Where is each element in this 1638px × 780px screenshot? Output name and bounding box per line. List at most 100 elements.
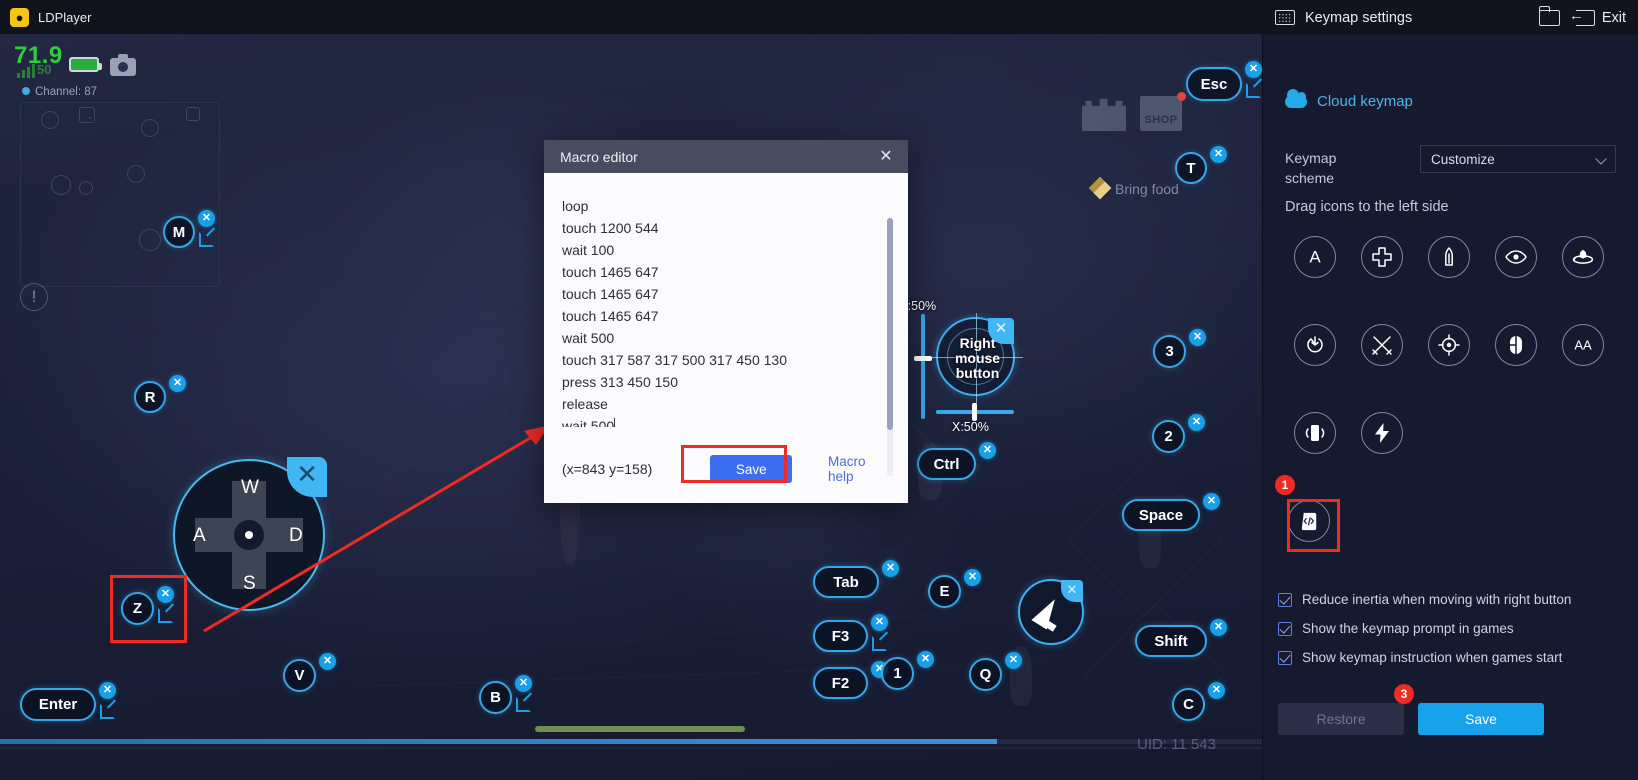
mouse-orbit-icon[interactable] [1561, 236, 1604, 278]
key-close-icon[interactable]: ✕ [1188, 414, 1205, 431]
shop-icon[interactable]: SHOP [1140, 96, 1182, 131]
key-close-icon[interactable]: ✕ [1208, 682, 1225, 699]
keymap-option-row[interactable]: Show the keymap prompt in games [1278, 621, 1571, 636]
camera-icon[interactable] [110, 54, 136, 76]
keymap-key-f3[interactable]: F3 [813, 620, 868, 652]
key-close-icon[interactable]: ✕ [882, 560, 899, 577]
x-sensitivity-slider[interactable] [936, 403, 1014, 421]
keymap-key-3[interactable]: 3 [1153, 335, 1186, 368]
crosshair-icon-wrapper[interactable] [1415, 324, 1482, 412]
keymap-key-esc[interactable]: Esc [1186, 67, 1242, 101]
crossed-swords-icon-wrapper[interactable] [1348, 324, 1415, 412]
key-close-icon[interactable]: ✕ [1203, 493, 1220, 510]
rotate-view-icon-wrapper[interactable] [1281, 324, 1348, 412]
bullet-icon[interactable] [1427, 236, 1470, 278]
exit-button[interactable]: Exit [1602, 10, 1626, 26]
keymap-key-v[interactable]: V [283, 659, 316, 692]
key-close-icon[interactable]: ✕ [964, 569, 981, 586]
keymap-key-shift[interactable]: Shift [1135, 625, 1207, 657]
key-close-icon[interactable]: ✕ [979, 442, 996, 459]
cloud-keymap-button[interactable]: Cloud keymap [1285, 89, 1413, 110]
key-edit-icon[interactable] [1246, 83, 1261, 98]
keymap-key-space[interactable]: Space [1122, 499, 1200, 531]
joystick-center[interactable] [234, 520, 264, 550]
eye-icon[interactable] [1494, 236, 1537, 278]
keymap-key-r[interactable]: R [134, 381, 166, 413]
eye-icon-wrapper[interactable] [1482, 236, 1549, 324]
panel-save-button[interactable]: Save [1418, 703, 1544, 735]
macro-help-link[interactable]: Macro help [828, 454, 890, 484]
restore-button[interactable]: Restore [1278, 703, 1404, 735]
keymap-option-row[interactable]: Reduce inertia when moving with right bu… [1278, 592, 1571, 607]
keymap-key-f2[interactable]: F2 [813, 667, 868, 699]
right-mouse-button-widget[interactable]: Right mouse button ✕ [932, 313, 1023, 404]
keymap-key-c[interactable]: C [1172, 688, 1205, 721]
shop-notification-dot [1177, 92, 1186, 101]
crosshair-icon[interactable] [1427, 324, 1470, 366]
bullet-icon-wrapper[interactable] [1415, 236, 1482, 324]
folder-icon[interactable] [1538, 5, 1560, 26]
checkbox[interactable] [1278, 650, 1292, 665]
knife-close-icon[interactable]: ✕ [1061, 580, 1083, 602]
macro-script-scrollbar[interactable] [887, 218, 893, 476]
lightning-icon-wrapper[interactable] [1348, 412, 1415, 500]
minimap[interactable] [20, 102, 220, 287]
checkbox[interactable] [1278, 621, 1292, 636]
attack-knife-widget[interactable]: ✕ [1018, 579, 1084, 645]
keymap-key-t[interactable]: T [1175, 152, 1207, 184]
exclamation-icon[interactable]: ! [20, 283, 48, 311]
dialog-title-bar[interactable]: Macro editor ✕ [544, 140, 908, 173]
mouse-button-icon-wrapper[interactable] [1482, 324, 1549, 412]
exit-icon[interactable] [1569, 7, 1595, 26]
keymap-key-m[interactable]: M [163, 216, 195, 248]
rotate-view-icon[interactable] [1293, 324, 1336, 366]
y-sensitivity-slider[interactable] [914, 314, 932, 419]
key-edit-icon[interactable] [872, 636, 887, 651]
mouse-orbit-icon-wrapper[interactable] [1549, 236, 1616, 324]
keymap-key-2[interactable]: 2 [1152, 420, 1185, 453]
wasd-joystick[interactable]: W A D S ✕ [173, 457, 327, 611]
keymap-key-enter[interactable]: Enter [20, 688, 96, 721]
key-close-icon[interactable]: ✕ [917, 651, 934, 668]
key-close-icon[interactable]: ✕ [319, 653, 336, 670]
letter-a-icon[interactable]: A [1293, 236, 1336, 278]
cloud-keymap-label: Cloud keymap [1317, 93, 1413, 110]
key-close-icon[interactable]: ✕ [1210, 146, 1227, 163]
crossed-swords-icon[interactable] [1360, 324, 1403, 366]
keymap-key-ctrl[interactable]: Ctrl [917, 448, 976, 480]
keymap-scheme-select[interactable]: Customize [1420, 145, 1616, 173]
channel-label: Channel: 87 [22, 86, 97, 98]
macro-script-textarea[interactable]: loop touch 1200 544 wait 100 touch 1465 … [562, 195, 890, 427]
keymap-key-e[interactable]: E [928, 575, 961, 608]
key-close-icon[interactable]: ✕ [1245, 61, 1262, 78]
first-aid-cross-icon-wrapper[interactable] [1348, 236, 1415, 324]
mouse-button-icon[interactable] [1494, 324, 1537, 366]
text-size-icon-wrapper[interactable]: AA [1549, 324, 1616, 412]
close-icon[interactable]: ✕ [874, 145, 898, 169]
key-close-icon[interactable]: ✕ [198, 210, 215, 227]
text-size-icon[interactable]: AA [1561, 324, 1604, 366]
keymap-key-b[interactable]: B [479, 681, 512, 714]
key-close-icon[interactable]: ✕ [1005, 652, 1022, 669]
keymap-key-tab[interactable]: Tab [813, 566, 879, 598]
drag-hint-label: Drag icons to the left side [1285, 199, 1449, 215]
first-aid-cross-icon[interactable] [1360, 236, 1403, 278]
checkbox[interactable] [1278, 592, 1292, 607]
lightning-icon[interactable] [1360, 412, 1403, 454]
keymap-key-1[interactable]: 1 [881, 657, 914, 690]
phone-shake-icon[interactable] [1293, 412, 1336, 454]
key-edit-icon[interactable] [100, 704, 115, 719]
key-close-icon[interactable]: ✕ [99, 682, 116, 699]
letter-a-icon-wrapper[interactable]: A [1281, 236, 1348, 324]
key-edit-icon[interactable] [199, 232, 214, 247]
key-close-icon[interactable]: ✕ [1189, 329, 1206, 346]
key-close-icon[interactable]: ✕ [515, 675, 532, 692]
key-close-icon[interactable]: ✕ [871, 614, 888, 631]
key-close-icon[interactable]: ✕ [1210, 619, 1227, 636]
key-close-icon[interactable]: ✕ [169, 375, 186, 392]
keymap-key-q[interactable]: Q [969, 658, 1002, 691]
battery-icon [69, 57, 102, 72]
key-edit-icon[interactable] [516, 697, 531, 712]
keymap-option-row[interactable]: Show keymap instruction when games start [1278, 650, 1571, 665]
checkbox-label: Reduce inertia when moving with right bu… [1302, 592, 1572, 607]
